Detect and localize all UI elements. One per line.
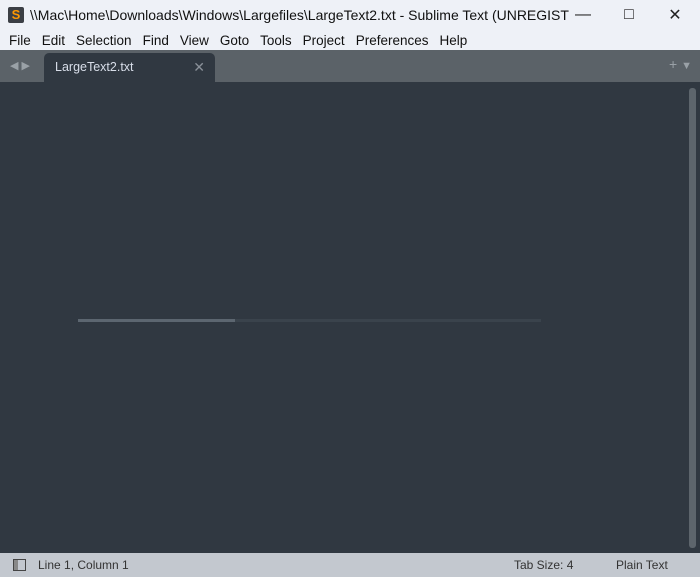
tab-list-dropdown-icon[interactable]: ▼	[681, 60, 692, 72]
menu-help[interactable]: Help	[440, 33, 468, 48]
sublime-logo-icon: S	[8, 7, 24, 23]
status-bar: Line 1, Column 1 Tab Size: 4 Plain Text	[0, 553, 700, 577]
cursor-position: Line 1, Column 1	[38, 558, 129, 572]
menu-preferences[interactable]: Preferences	[356, 33, 429, 48]
loading-progress-bar	[78, 319, 541, 322]
vertical-scrollbar[interactable]	[689, 88, 696, 548]
editor-area[interactable]	[0, 82, 700, 553]
maximize-button[interactable]: □	[606, 0, 652, 30]
tab-controls: + ▼	[669, 56, 692, 72]
title-bar: S \\Mac\Home\Downloads\Windows\Largefile…	[0, 0, 700, 30]
menu-edit[interactable]: Edit	[42, 33, 65, 48]
new-tab-plus-icon[interactable]: +	[669, 56, 677, 72]
syntax-mode[interactable]: Plain Text	[616, 558, 668, 572]
menu-view[interactable]: View	[180, 33, 209, 48]
menu-tools[interactable]: Tools	[260, 33, 292, 48]
toggle-panel-icon[interactable]	[13, 559, 26, 571]
tab-size[interactable]: Tab Size: 4	[514, 558, 573, 572]
close-tab-icon[interactable]: ✕	[193, 59, 205, 76]
window-title: \\Mac\Home\Downloads\Windows\Largefiles\…	[30, 7, 570, 23]
loading-progress-fill	[78, 319, 236, 322]
menu-goto[interactable]: Goto	[220, 33, 249, 48]
tab-largetext2[interactable]: LargeText2.txt ✕	[44, 53, 215, 82]
tab-label: LargeText2.txt	[55, 60, 134, 74]
tab-bar: ◀▶ LargeText2.txt ✕ + ▼	[0, 50, 700, 82]
menu-project[interactable]: Project	[303, 33, 345, 48]
menu-file[interactable]: File	[9, 33, 31, 48]
tab-nav-arrows-icon[interactable]: ◀▶	[10, 59, 33, 72]
menu-bar: File Edit Selection Find View Goto Tools…	[0, 30, 700, 50]
menu-find[interactable]: Find	[143, 33, 169, 48]
menu-selection[interactable]: Selection	[76, 33, 132, 48]
close-window-button[interactable]: ✕	[652, 0, 698, 30]
minimize-button[interactable]: —	[560, 0, 606, 30]
